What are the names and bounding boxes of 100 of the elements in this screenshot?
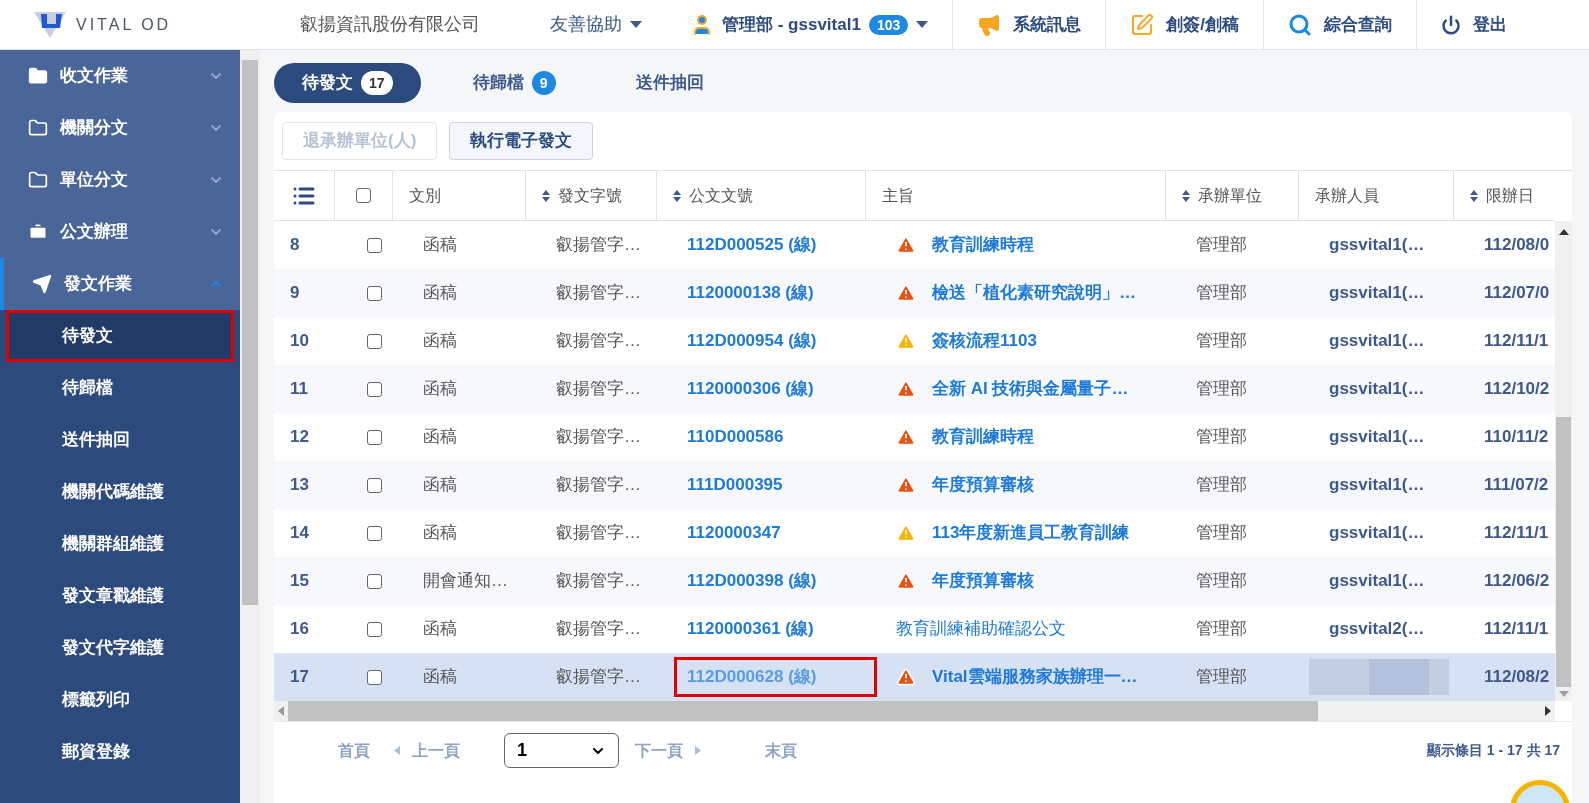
table-cell-text: 112/07/0	[1483, 282, 1551, 305]
row-checkbox[interactable]	[367, 669, 382, 685]
subject-link[interactable]: 教育訓練時程	[932, 424, 1034, 450]
subject-link[interactable]: Vital雲端服務家族辦理一…	[932, 664, 1138, 690]
document-number-link[interactable]: 111D000395	[674, 465, 877, 505]
subject-link[interactable]: 113年度新進員工教育訓練	[932, 520, 1130, 546]
header-action[interactable]: 登出	[1416, 0, 1531, 49]
document-number-link[interactable]: 112D000525 (線)	[674, 225, 877, 265]
row-checkbox[interactable]	[367, 237, 382, 253]
horizontal-scrollbar[interactable]	[274, 701, 1555, 721]
page-select[interactable]: 1	[504, 733, 619, 768]
company-name: 叡揚資訊股份有限公司	[300, 13, 481, 36]
tab[interactable]: 待發文 17	[274, 63, 421, 103]
table-cell-text: 112/10/2	[1483, 378, 1551, 401]
scroll-right-icon[interactable]	[1545, 706, 1551, 716]
sidebar-item[interactable]: 機關分文	[0, 102, 240, 154]
sidebar-subitem[interactable]: 待發文	[6, 310, 234, 362]
table-row[interactable]: 9 函稿 叡揚管字… 1120000138 (線) 檢送「植化素研究說明」… 管理部 gssvital1(… 112/07/0	[274, 269, 1555, 317]
row-checkbox[interactable]	[367, 621, 382, 637]
document-number-link[interactable]: 1120000361 (線)	[674, 609, 877, 649]
select-all-checkbox[interactable]	[355, 188, 371, 203]
header-action[interactable]: 創簽/創稿	[1106, 0, 1264, 49]
vertical-scrollbar[interactable]	[1555, 221, 1572, 701]
table-row[interactable]: 11 函稿 叡揚管字… 1120000306 (線) 全新 AI 技術與金屬量子… 管理部 gssvital1(… 112/10/2	[274, 365, 1555, 413]
document-number-link[interactable]: 1120000347	[674, 513, 877, 553]
table-row[interactable]: 13 函稿 叡揚管字… 111D000395 年度預算審核 管理部 gssvital1(… 111/07/2	[274, 461, 1555, 509]
sidebar-item[interactable]: 發文作業	[0, 258, 240, 310]
table-row[interactable]: 17 函稿 叡揚管字… 112D000628 (線) Vital雲端服務家族辦理一… 管理部 112/08/2	[274, 653, 1555, 701]
column-header: 主旨	[866, 171, 1166, 220]
document-number-link[interactable]: 112D000398 (線)	[674, 561, 877, 601]
row-checkbox[interactable]	[367, 333, 382, 349]
column-header[interactable]: 限辦日	[1454, 171, 1555, 220]
table-cell-text: 叡揚管字…	[555, 426, 642, 449]
row-number: 15	[289, 570, 310, 593]
row-checkbox[interactable]	[367, 573, 382, 589]
megaphone-icon	[977, 12, 1002, 37]
scroll-up-icon[interactable]	[1558, 229, 1569, 235]
sidebar-subitem[interactable]: 發文代字維護	[6, 622, 234, 674]
user-menu[interactable]: 管理部 - gssvital1 103	[690, 0, 954, 49]
sidebar-subitem[interactable]: 待歸檔	[6, 362, 234, 414]
subject-link[interactable]: 檢送「植化素研究說明」…	[932, 280, 1136, 306]
sidebar-item[interactable]: 收文作業	[0, 50, 240, 102]
sort-icon	[673, 189, 681, 202]
sidebar-item[interactable]: 單位分文	[0, 154, 240, 206]
table-cell-text: 管理部	[1195, 666, 1248, 689]
sidebar-scrollbar[interactable]	[240, 50, 260, 803]
help-menu[interactable]: 友善協助	[550, 11, 690, 38]
row-number: 9	[289, 282, 301, 305]
row-checkbox[interactable]	[367, 477, 382, 493]
column-header[interactable]: 公文文號	[657, 171, 866, 220]
tab[interactable]: 送件抽回	[607, 63, 732, 103]
row-number: 13	[289, 474, 310, 497]
row-checkbox[interactable]	[367, 429, 382, 445]
header-action[interactable]: 綜合查詢	[1263, 0, 1417, 49]
table-cell-text: 叡揚管字…	[555, 474, 642, 497]
toolbar-button[interactable]: 執行電子發文	[449, 122, 594, 160]
header-action[interactable]: 系統訊息	[953, 0, 1107, 49]
sidebar-subitem[interactable]: 標籤列印	[6, 674, 234, 726]
table-cell-text: 函稿	[422, 426, 458, 449]
sidebar-item[interactable]: 公文辦理	[0, 206, 240, 258]
caret-right-icon	[695, 746, 701, 755]
column-header[interactable]: 發文字號	[526, 171, 657, 220]
table-cell-text: 函稿	[422, 282, 458, 305]
table-cell: gssvital1(…	[1329, 331, 1425, 351]
sort-icon	[1182, 189, 1190, 202]
subject-link[interactable]: 簽核流程1103	[932, 328, 1037, 354]
sidebar-subitem[interactable]: 發文章戳維護	[6, 570, 234, 622]
document-number-link[interactable]: 110D000586	[674, 417, 877, 457]
warning-icon	[896, 523, 916, 543]
document-number-link[interactable]: 112D000954 (線)	[674, 321, 877, 361]
table-cell-text: 111/07/2	[1483, 474, 1550, 497]
subject-link[interactable]: 教育訓練時程	[932, 232, 1034, 258]
row-number: 12	[289, 426, 310, 449]
column-header[interactable]: 承辦單位	[1166, 171, 1299, 220]
table-cell-text: 112/11/1	[1483, 618, 1550, 641]
table-cell-text: 管理部	[1195, 570, 1248, 593]
row-checkbox[interactable]	[367, 525, 382, 541]
sidebar-subitem[interactable]: 送件抽回	[6, 414, 234, 466]
warning-icon	[896, 283, 916, 303]
sidebar-subitem[interactable]: 郵資登錄	[6, 726, 234, 778]
subject-link[interactable]: 年度預算審核	[932, 472, 1034, 498]
row-number: 8	[289, 234, 301, 257]
subject-link[interactable]: 教育訓練補助確認公文	[896, 616, 1066, 642]
power-icon	[1440, 14, 1461, 35]
warning-icon	[896, 235, 916, 255]
document-number-link[interactable]: 1120000306 (線)	[674, 369, 877, 409]
document-number-link[interactable]: 1120000138 (線)	[674, 273, 877, 313]
table-row[interactable]: 15 開會通知… 叡揚管字… 112D000398 (線) 年度預算審核 管理部 gssvital1(… 112/06/2	[274, 557, 1555, 605]
table-cell-text: 叡揚管字…	[555, 234, 642, 257]
sidebar-subitem[interactable]: 機關群組維護	[6, 518, 234, 570]
tab[interactable]: 待歸檔 9	[444, 63, 584, 103]
row-checkbox[interactable]	[367, 381, 382, 397]
subject-link[interactable]: 年度預算審核	[932, 568, 1034, 594]
sidebar-subitem[interactable]: 機關代碼維護	[6, 466, 234, 518]
subject-link[interactable]: 全新 AI 技術與金屬量子…	[932, 376, 1129, 402]
table-cell-text: 112/06/2	[1483, 570, 1551, 593]
edit-icon	[1130, 12, 1155, 37]
sort-icon	[542, 189, 550, 202]
row-checkbox[interactable]	[367, 285, 382, 301]
table-cell-text: 112/11/1	[1483, 330, 1550, 353]
